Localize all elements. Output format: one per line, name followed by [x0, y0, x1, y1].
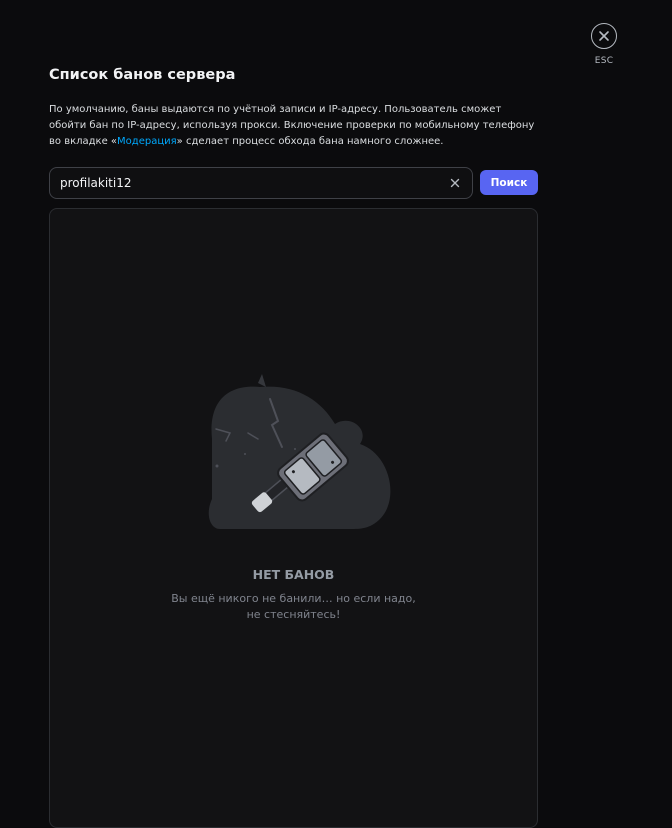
clear-icon[interactable]	[448, 176, 462, 190]
empty-state-line-2: не стесняйтесь!	[246, 608, 341, 621]
moderation-link[interactable]: Модерация	[117, 136, 177, 147]
close-button[interactable]	[591, 23, 617, 49]
description: По умолчанию, баны выдаются по учётной з…	[49, 102, 539, 150]
search-input[interactable]	[60, 176, 448, 190]
empty-state-subtitle: Вы ещё никого не банили… но если надо, н…	[50, 591, 537, 623]
search-button[interactable]: Поиск	[480, 170, 538, 195]
ban-hammer-illustration	[208, 374, 391, 529]
description-text-after: » сделает процесс обхода бана намного сл…	[176, 136, 444, 147]
bans-list-panel: НЕТ БАНОВ Вы ещё никого не банили… но ес…	[49, 208, 538, 828]
esc-label: ESC	[594, 56, 614, 66]
close-control[interactable]: ESC	[590, 23, 618, 66]
close-icon	[599, 31, 609, 41]
page-title: Список банов сервера	[49, 67, 236, 83]
empty-state-title: НЕТ БАНОВ	[252, 567, 335, 582]
empty-state-line-1: Вы ещё никого не банили… но если надо,	[171, 592, 416, 605]
search-box	[49, 167, 473, 199]
